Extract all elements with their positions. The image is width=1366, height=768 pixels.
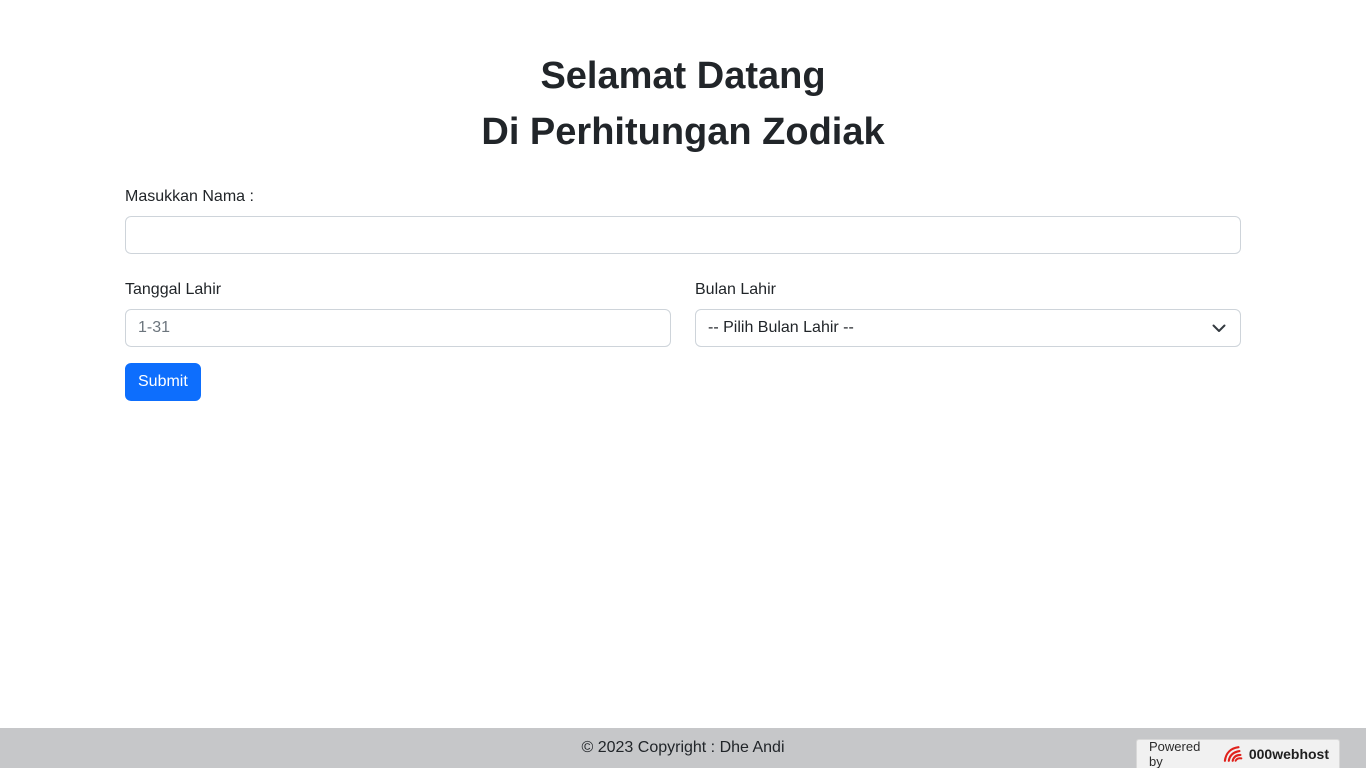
birth-row: Tanggal Lahir Bulan Lahir -- Pilih Bulan…: [125, 278, 1241, 347]
birth-month-select[interactable]: -- Pilih Bulan Lahir --: [695, 309, 1241, 347]
webhost-logo-icon: [1223, 746, 1242, 762]
page: Selamat Datang Di Perhitungan Zodiak Mas…: [0, 0, 1366, 768]
zodiac-form: Masukkan Nama : Tanggal Lahir Bulan Lahi…: [125, 185, 1241, 401]
birth-date-label: Tanggal Lahir: [125, 281, 222, 298]
birth-month-group: Bulan Lahir -- Pilih Bulan Lahir --: [695, 278, 1241, 347]
copyright-text: © 2023 Copyright : Dhe Andi: [581, 739, 785, 756]
chevron-down-icon: [1212, 324, 1226, 332]
birth-month-selected-value: -- Pilih Bulan Lahir --: [708, 319, 854, 336]
birth-date-input[interactable]: [125, 309, 671, 347]
page-title: Selamat Datang Di Perhitungan Zodiak: [0, 48, 1366, 160]
page-title-line-2: Di Perhitungan Zodiak: [481, 111, 885, 153]
powered-by-label: Powered by: [1149, 739, 1201, 768]
name-label: Masukkan Nama :: [125, 188, 254, 205]
powered-by-badge[interactable]: Powered by 000webhost: [1136, 739, 1340, 768]
brand-name: 000webhost: [1248, 746, 1329, 762]
submit-button[interactable]: Submit: [125, 363, 201, 401]
page-title-line-1: Selamat Datang: [540, 55, 826, 97]
birth-date-group: Tanggal Lahir: [125, 278, 671, 347]
name-input[interactable]: [125, 216, 1241, 254]
birth-month-label: Bulan Lahir: [695, 281, 776, 298]
